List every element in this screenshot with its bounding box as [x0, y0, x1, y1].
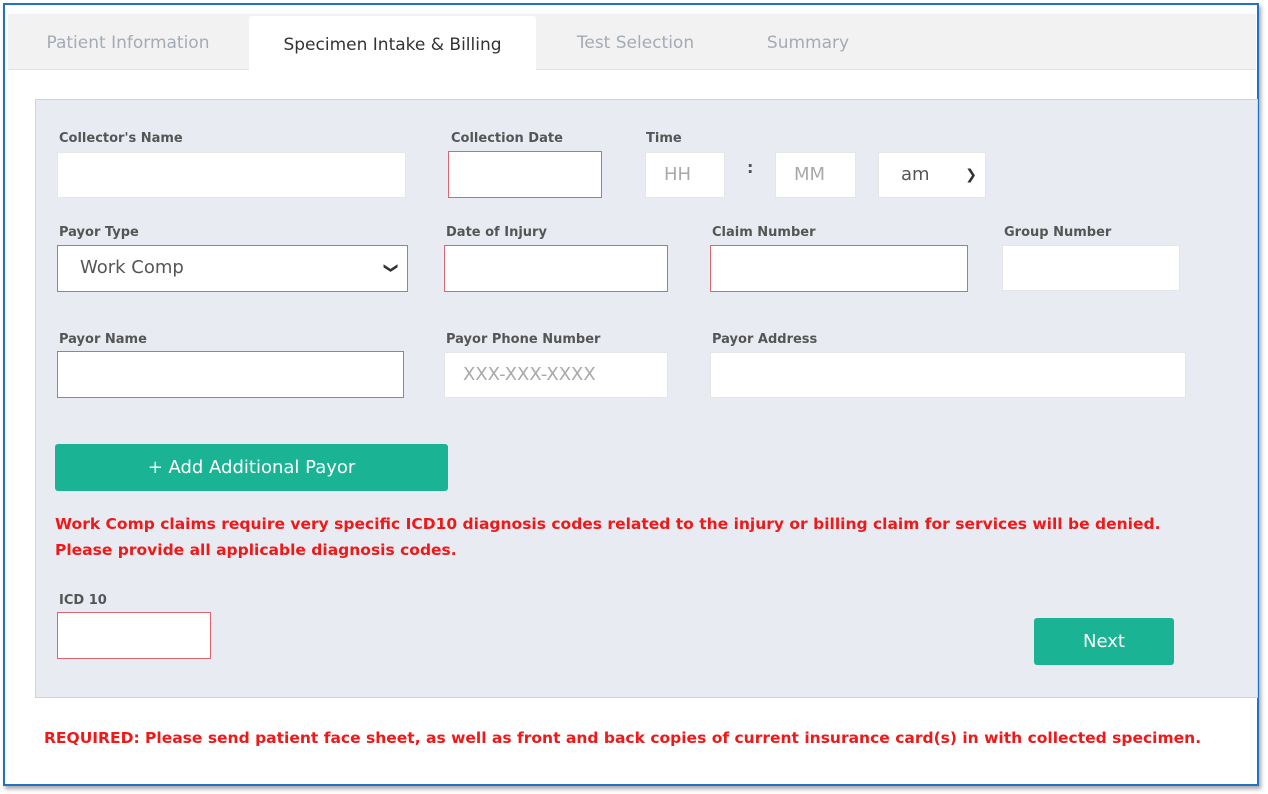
- work-comp-warning-line2: Please provide all applicable diagnosis …: [55, 541, 457, 559]
- claim-number-input[interactable]: [710, 245, 968, 292]
- next-button[interactable]: Next: [1034, 618, 1174, 665]
- collection-date-input[interactable]: [448, 151, 602, 198]
- payor-type-label: Payor Type: [59, 225, 139, 240]
- collectors-name-label: Collector's Name: [59, 131, 183, 146]
- payor-phone-label: Payor Phone Number: [446, 332, 601, 347]
- hour-input[interactable]: HH: [645, 152, 725, 198]
- tab-bar: Patient Information Specimen Intake & Bi…: [8, 14, 1256, 71]
- payor-type-select[interactable]: Work Comp ❯: [57, 245, 408, 292]
- group-number-label: Group Number: [1004, 225, 1112, 240]
- payor-address-label: Payor Address: [712, 332, 818, 347]
- time-label: Time: [646, 131, 682, 146]
- collection-date-label: Collection Date: [451, 131, 563, 146]
- add-additional-payor-button[interactable]: + Add Additional Payor: [55, 444, 448, 491]
- minute-input[interactable]: MM: [775, 152, 856, 198]
- required-note: REQUIRED: Please send patient face sheet…: [44, 729, 1202, 747]
- payor-name-label: Payor Name: [59, 332, 147, 347]
- date-of-injury-input[interactable]: [444, 245, 668, 292]
- ampm-value: am: [901, 164, 930, 185]
- payor-type-value: Work Comp: [80, 257, 184, 278]
- tab-test-selection[interactable]: Test Selection: [548, 14, 723, 70]
- payor-phone-input[interactable]: XXX-XXX-XXXX: [444, 352, 668, 398]
- tab-patient-information[interactable]: Patient Information: [20, 14, 236, 70]
- chevron-down-icon: ❯: [965, 167, 977, 183]
- payor-name-input[interactable]: [57, 351, 404, 398]
- payor-address-input[interactable]: [710, 352, 1186, 398]
- ampm-select[interactable]: am ❯: [878, 152, 986, 198]
- claim-number-label: Claim Number: [712, 225, 816, 240]
- tab-summary[interactable]: Summary: [738, 14, 878, 70]
- work-comp-warning-line1: Work Comp claims require very specific I…: [55, 515, 1161, 533]
- time-separator: :: [747, 158, 754, 177]
- date-of-injury-label: Date of Injury: [446, 225, 547, 240]
- collectors-name-input[interactable]: [57, 152, 406, 198]
- tab-specimen-intake-billing[interactable]: Specimen Intake & Billing: [249, 16, 536, 71]
- icd10-input[interactable]: [57, 612, 211, 659]
- chevron-down-icon: ❯: [383, 262, 400, 274]
- icd10-label: ICD 10: [59, 593, 107, 608]
- group-number-input[interactable]: [1002, 245, 1180, 291]
